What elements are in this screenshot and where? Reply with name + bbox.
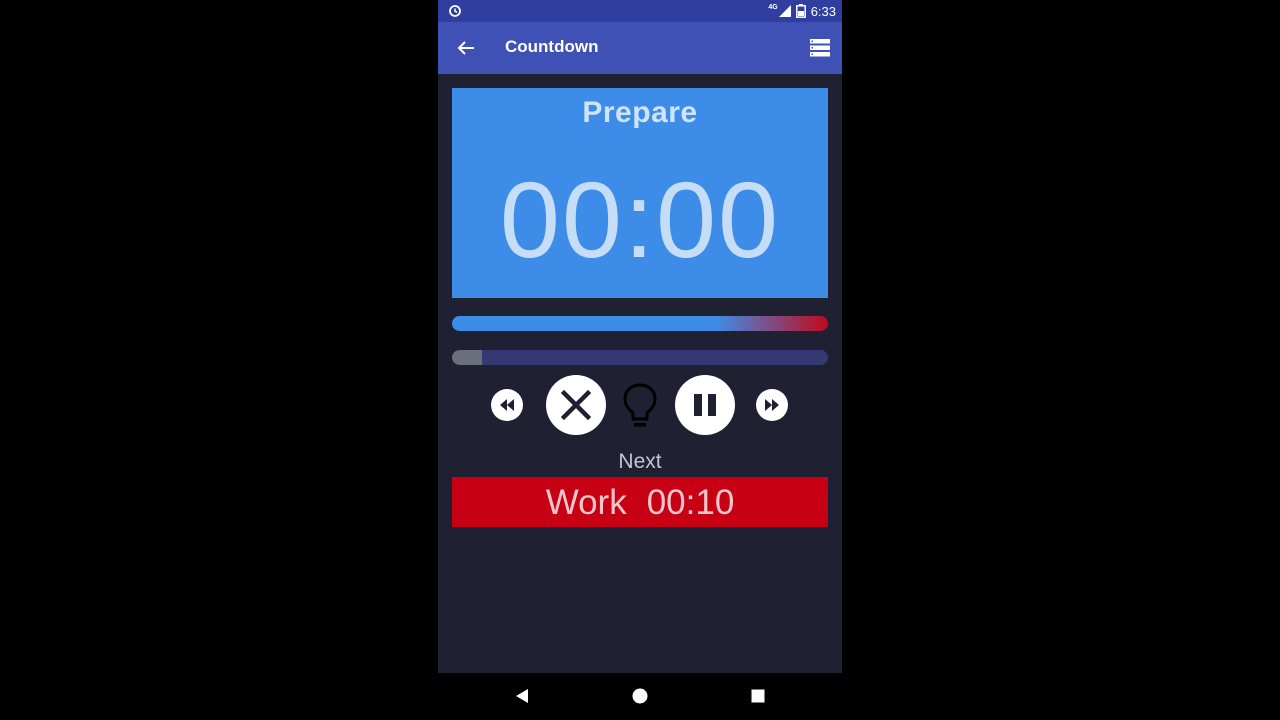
pause-button[interactable] (675, 375, 735, 435)
sync-icon (449, 5, 461, 17)
home-circle-icon[interactable] (630, 686, 650, 706)
phase-progress-fill (452, 350, 483, 365)
network-type: 4G (768, 3, 778, 11)
status-right: 4G 6:33 (768, 2, 836, 20)
navigation-bar (438, 673, 842, 720)
next-label: Next (618, 450, 662, 473)
next-phase-card: Work 00:10 (452, 477, 828, 527)
phase-name: Prepare (582, 96, 698, 129)
status-bar: 4G 6:33 (438, 0, 842, 22)
rewind-icon (500, 399, 514, 411)
arrow-back-icon[interactable] (454, 36, 478, 60)
fast-forward-button[interactable] (756, 389, 788, 421)
next-phase-name: Work (545, 483, 627, 522)
phase-progress-bar (452, 350, 828, 365)
recents-square-icon[interactable] (748, 686, 768, 706)
back-triangle-icon[interactable] (512, 686, 532, 706)
playback-controls (438, 375, 842, 435)
pause-icon (694, 394, 716, 416)
countdown-time: 00:00 (499, 159, 781, 280)
signal-icon (778, 5, 791, 17)
phone-screen: 4G 6:33 Countdown Prepare 00:00 Next Wor… (438, 0, 842, 720)
list-menu-icon[interactable] (810, 38, 830, 58)
page-title: Countdown (505, 37, 599, 56)
fast-forward-icon (765, 399, 779, 411)
rewind-button[interactable] (491, 389, 523, 421)
total-progress-bar (452, 316, 828, 331)
app-bar: Countdown (438, 22, 842, 74)
lightbulb-icon[interactable] (622, 381, 658, 429)
current-phase-card: Prepare 00:00 (452, 88, 828, 298)
clock: 6:33 (810, 3, 836, 19)
battery-icon (795, 4, 806, 18)
next-phase-time: 00:10 (646, 483, 735, 522)
close-icon (560, 389, 592, 421)
stop-button[interactable] (546, 375, 606, 435)
